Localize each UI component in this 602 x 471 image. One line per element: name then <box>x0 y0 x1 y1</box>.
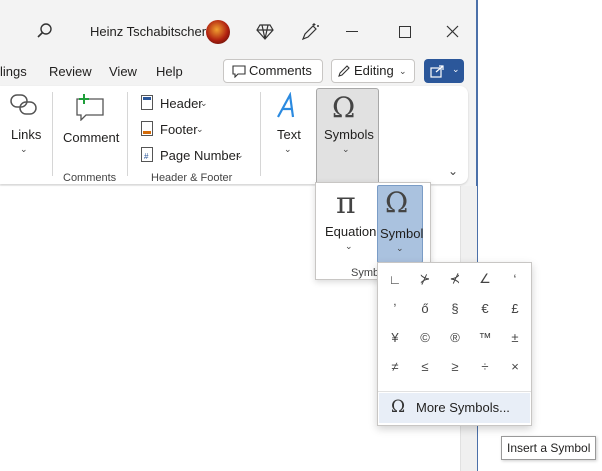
maximize-icon[interactable] <box>399 26 411 38</box>
new-comment-icon <box>74 93 106 122</box>
header-chevron-icon[interactable]: ⌄ <box>200 98 208 109</box>
footer-icon <box>141 121 153 136</box>
symbol-button-label: Symbol <box>380 226 424 241</box>
gallery-divider <box>378 391 531 392</box>
avatar[interactable] <box>206 20 230 44</box>
page-number-icon: # <box>141 147 153 162</box>
text-icon <box>274 91 302 120</box>
symbol-chevron-icon: ⌄ <box>396 243 404 253</box>
pi-icon: π <box>336 186 356 221</box>
links-chevron-icon[interactable]: ⌄ <box>20 144 28 155</box>
equation-button[interactable]: Equation <box>325 224 376 240</box>
symbol-cell[interactable]: ő <box>410 294 440 322</box>
symbols-button[interactable]: Ω Symbols ⌄ <box>316 88 379 185</box>
omega-icon: Ω <box>391 397 406 417</box>
symbol-row: ∟ ⊁ ⊀ ∠ ʻ <box>380 265 530 294</box>
more-symbols-label: More Symbols... <box>416 400 510 415</box>
text-button[interactable]: Text <box>277 127 301 143</box>
symbol-row: ¥ © ® ™ ± <box>380 323 530 352</box>
symbol-cell[interactable]: ± <box>500 323 530 351</box>
header-footer-group-label: Header & Footer <box>151 172 233 184</box>
comments-button[interactable]: Comments <box>223 59 323 83</box>
symbol-grid: ∟ ⊁ ⊀ ∠ ʻ ʼ ő § € £ ¥ © ® ™ ± ≠ ≤ ≥ ÷ × <box>380 265 530 381</box>
symbol-cell[interactable]: ≤ <box>410 352 440 380</box>
tab-help[interactable]: Help <box>156 64 183 80</box>
symbol-cell[interactable]: ∟ <box>380 265 410 293</box>
symbol-cell[interactable]: ≠ <box>380 352 410 380</box>
symbol-gallery: ∟ ⊁ ⊀ ∠ ʻ ʼ ő § € £ ¥ © ® ™ ± ≠ ≤ ≥ ÷ × <box>377 262 532 426</box>
svg-text:#: # <box>144 152 149 161</box>
pencil-icon <box>338 65 350 77</box>
diamond-icon[interactable] <box>256 23 274 41</box>
header-button[interactable]: Header <box>160 96 203 112</box>
new-comment-button[interactable]: Comment <box>63 130 119 146</box>
close-icon[interactable] <box>446 25 459 38</box>
omega-icon: Ω <box>385 186 409 219</box>
share-icon <box>430 65 444 78</box>
symbol-cell[interactable]: ʻ <box>500 265 530 293</box>
pen-sparkle-icon[interactable] <box>300 22 320 42</box>
search-icon[interactable] <box>36 22 54 40</box>
links-button[interactable]: Links <box>11 127 41 143</box>
tooltip: Insert a Symbol <box>501 436 597 460</box>
more-symbols-item[interactable]: Ω More Symbols... <box>379 393 530 423</box>
comment-icon <box>232 65 246 78</box>
ribbon-divider <box>52 92 53 176</box>
symbol-row: ≠ ≤ ≥ ÷ × <box>380 352 530 381</box>
ribbon-divider <box>127 92 128 176</box>
footer-chevron-icon[interactable]: ⌄ <box>196 124 204 135</box>
share-button[interactable]: ⌄ <box>424 59 464 83</box>
symbol-cell[interactable]: ¥ <box>380 323 410 351</box>
header-icon <box>141 95 153 110</box>
chevron-down-icon: ⌄ <box>399 66 407 76</box>
symbol-cell[interactable]: £ <box>500 294 530 322</box>
tab-review[interactable]: Review <box>49 64 92 80</box>
symbol-cell[interactable]: ® <box>440 323 470 351</box>
symbol-button[interactable]: Ω Symbol ⌄ <box>377 185 423 263</box>
symbol-cell[interactable]: € <box>470 294 500 322</box>
symbol-cell[interactable]: § <box>440 294 470 322</box>
symbol-cell[interactable]: × <box>500 352 530 380</box>
share-chevron-icon: ⌄ <box>452 64 460 74</box>
links-icon <box>8 92 40 118</box>
comments-button-label: Comments <box>249 63 312 78</box>
ribbon-collapse-icon[interactable]: ⌄ <box>448 164 458 178</box>
symbol-cell[interactable]: ⊀ <box>440 265 470 293</box>
symbol-row: ʼ ő § € £ <box>380 294 530 323</box>
symbol-cell[interactable]: ≥ <box>440 352 470 380</box>
symbol-cell[interactable]: ʼ <box>380 294 410 322</box>
equation-chevron-icon[interactable]: ⌄ <box>345 241 353 252</box>
page-number-button[interactable]: Page Number <box>160 148 240 164</box>
symbols-group-label: Symb <box>351 267 380 279</box>
text-chevron-icon[interactable]: ⌄ <box>284 144 292 155</box>
comments-group-label: Comments <box>63 172 117 184</box>
footer-button[interactable]: Footer <box>160 122 198 138</box>
page-number-chevron-icon[interactable]: ⌄ <box>236 150 244 161</box>
omega-icon: Ω <box>332 91 356 124</box>
symbol-cell[interactable]: ÷ <box>470 352 500 380</box>
minimize-icon[interactable] <box>346 31 358 32</box>
symbol-cell[interactable]: © <box>410 323 440 351</box>
editing-button-label: Editing <box>354 63 394 78</box>
user-name[interactable]: Heinz Tschabitscher <box>90 24 206 40</box>
symbol-cell[interactable]: ⊁ <box>410 265 440 293</box>
tab-mailings[interactable]: lings <box>0 64 27 80</box>
symbols-chevron-icon: ⌄ <box>342 144 350 154</box>
ribbon-divider <box>260 92 261 176</box>
editing-button[interactable]: Editing ⌄ <box>331 59 415 83</box>
symbol-cell[interactable]: ∠ <box>470 265 500 293</box>
symbol-cell[interactable]: ™ <box>470 323 500 351</box>
symbols-button-label: Symbols <box>324 127 374 142</box>
tab-view[interactable]: View <box>109 64 137 80</box>
